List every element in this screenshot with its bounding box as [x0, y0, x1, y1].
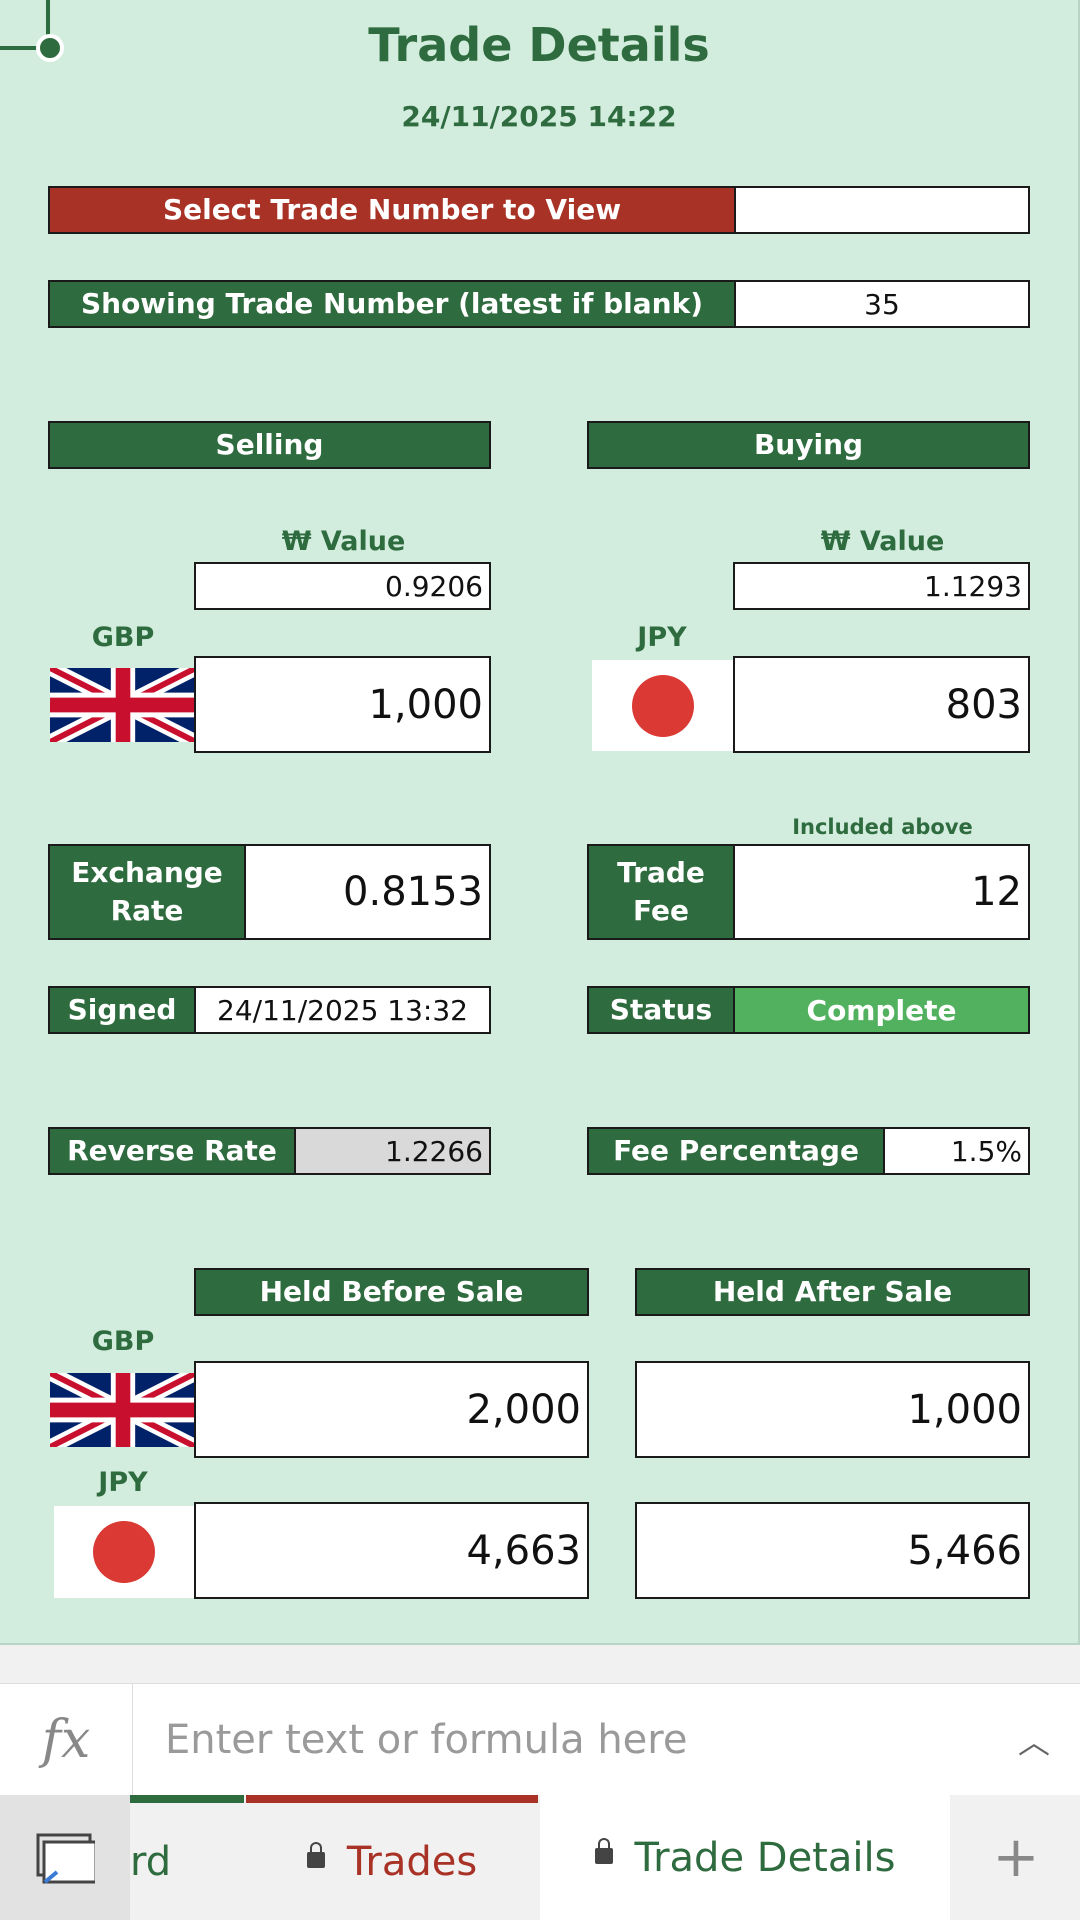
holding-jpy-label: JPY [98, 1467, 148, 1498]
exchange-rate-label-line1: Exchange [71, 856, 223, 890]
fee-note: Included above [792, 815, 973, 839]
tab-label: rd [130, 1838, 172, 1885]
tab-label: Trade Details [634, 1834, 896, 1881]
tab-dashboard[interactable]: rd [130, 1795, 244, 1920]
selling-header: Selling [48, 421, 491, 469]
formula-bar: fx Enter text or formula here ︿ [0, 1683, 1080, 1797]
status-label: Status [587, 986, 735, 1034]
gbp-held-after[interactable]: 1,000 [635, 1361, 1030, 1458]
holding-gbp-label: GBP [91, 1326, 155, 1357]
jpy-held-after[interactable]: 5,466 [635, 1502, 1030, 1599]
chevron-up-icon[interactable]: ︿ [1018, 1684, 1050, 1796]
showing-trade-value[interactable]: 35 [734, 280, 1030, 328]
trade-fee-value[interactable]: 12 [733, 844, 1030, 940]
jpy-held-before[interactable]: 4,663 [194, 1502, 589, 1599]
fee-percentage-value[interactable]: 1.5% [883, 1127, 1030, 1175]
reverse-rate-label: Reverse Rate [48, 1127, 296, 1175]
exchange-rate-label-line2: Rate [110, 894, 184, 927]
sheet-view-toggle[interactable] [0, 1795, 130, 1920]
trade-fee-label-line2: Fee [633, 894, 689, 927]
selling-currency-label: GBP [91, 622, 155, 653]
buying-amount[interactable]: 803 [733, 656, 1030, 753]
trade-fee-label-line1: Trade [617, 856, 705, 890]
select-trade-input[interactable] [734, 186, 1030, 234]
tab-label: Trades [346, 1838, 478, 1885]
japan-flag-icon [592, 660, 734, 751]
lock-icon [594, 1837, 613, 1864]
uk-flag-icon [50, 1373, 196, 1447]
exchange-rate-value[interactable]: 0.8153 [244, 844, 491, 940]
uk-flag-icon [50, 668, 196, 742]
showing-trade-label: Showing Trade Number (latest if blank) [48, 280, 736, 328]
held-before-header: Held Before Sale [194, 1268, 589, 1316]
page-title: Trade Details [368, 18, 710, 72]
spreadsheet-canvas[interactable]: Trade Details 24/11/2025 14:22 Select Tr… [0, 0, 1080, 1645]
select-trade-label: Select Trade Number to View [48, 186, 736, 234]
formula-input[interactable]: Enter text or formula here [165, 1684, 687, 1796]
selling-unit-value[interactable]: 0.9206 [194, 562, 491, 610]
add-sheet-button[interactable]: + [952, 1795, 1080, 1920]
lock-icon [306, 1841, 325, 1868]
status-badge[interactable]: Complete [733, 986, 1030, 1034]
held-after-header: Held After Sale [635, 1268, 1030, 1316]
plus-icon: + [992, 1825, 1040, 1890]
function-icon[interactable]: fx [0, 1684, 133, 1796]
reverse-rate-value[interactable]: 1.2266 [294, 1127, 491, 1175]
sheet-view-icon [36, 1833, 95, 1884]
exchange-rate-label: Exchange Rate [48, 844, 246, 940]
selling-amount[interactable]: 1,000 [194, 656, 491, 753]
signed-value[interactable]: 24/11/2025 13:32 [194, 986, 491, 1034]
buying-currency-label: JPY [637, 622, 687, 653]
tab-trades[interactable]: Trades [246, 1795, 538, 1920]
buying-unit-value[interactable]: 1.1293 [733, 562, 1030, 610]
gbp-held-before[interactable]: 2,000 [194, 1361, 589, 1458]
japan-flag-icon [54, 1506, 194, 1598]
sheet-tabs: rd Trades Trade Details + [0, 1795, 1080, 1920]
tab-trade-details[interactable]: Trade Details [540, 1795, 950, 1920]
fee-percentage-label: Fee Percentage [587, 1127, 885, 1175]
trade-fee-label: Trade Fee [587, 844, 735, 940]
timestamp: 24/11/2025 14:22 [401, 100, 677, 133]
buying-header: Buying [587, 421, 1030, 469]
signed-label: Signed [48, 986, 196, 1034]
selling-value-label: ₩ Value [281, 526, 406, 557]
buying-value-label: ₩ Value [820, 526, 945, 557]
